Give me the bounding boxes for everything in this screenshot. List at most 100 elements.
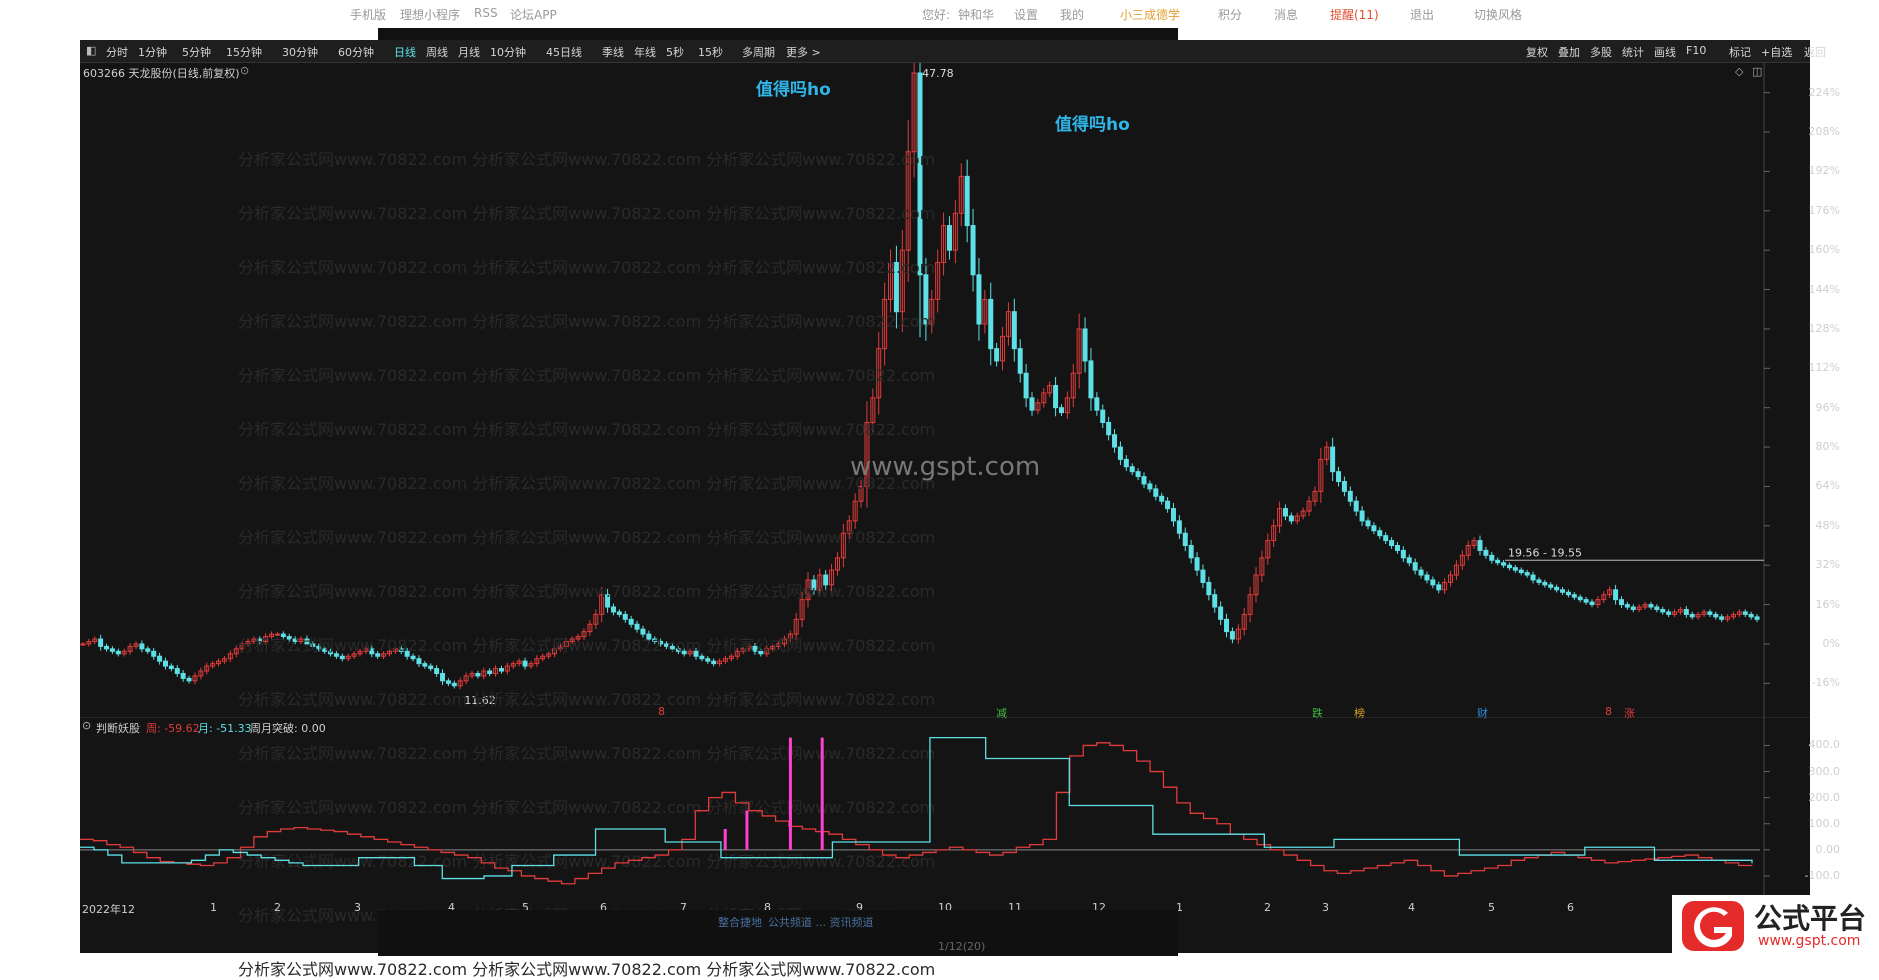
candle-body	[634, 623, 640, 630]
tool-8[interactable]: 返回	[1804, 44, 1826, 60]
topbar-link-miniapp[interactable]: 理想小程序	[400, 6, 460, 23]
logo-url: www.gspt.com	[1758, 933, 1861, 949]
topbar-link-app[interactable]: 论坛APP	[510, 6, 557, 23]
topbar-username[interactable]: 钟和华	[958, 6, 994, 23]
footer-mid-text[interactable]: 公共频道 ... 资讯频道	[768, 914, 873, 930]
y-tick-label: 48%	[1815, 518, 1840, 532]
tool-1[interactable]: 叠加	[1558, 44, 1580, 60]
timeframe-12[interactable]: 年线	[634, 44, 656, 60]
candle-body	[1371, 525, 1377, 532]
timeframe-7[interactable]: 周线	[426, 44, 448, 60]
y-tick-label: 208%	[1808, 125, 1840, 139]
tool-4[interactable]: 画线	[1654, 44, 1676, 60]
layout-icon[interactable]: ◫	[1752, 65, 1762, 78]
topbar-points[interactable]: 积分	[1218, 6, 1242, 23]
watermark-row: 分析家公式网www.70822.com 分析家公式网www.70822.com …	[238, 960, 936, 979]
timeframe-15[interactable]: 多周期	[742, 44, 775, 60]
timeframe-6[interactable]: 日线	[394, 44, 416, 60]
topbar-reminders[interactable]: 提醒(11)	[1330, 6, 1379, 23]
diamond-icon[interactable]: ◇	[1735, 65, 1743, 78]
candle-body	[1383, 535, 1389, 542]
indicator-tick-label: 100.0	[1808, 816, 1841, 830]
site-topbar: 手机版 理想小程序 RSS 论坛APP 您好: 钟和华 设置 我的 小三成德学 …	[0, 0, 1879, 30]
candle-body	[1754, 616, 1760, 620]
range-label: 19.56 - 19.55	[1508, 546, 1582, 559]
tool-6[interactable]: 标记	[1729, 44, 1751, 60]
candle-body	[475, 672, 481, 677]
watermark-row: 分析家公式网www.70822.com 分析家公式网www.70822.com …	[238, 312, 936, 331]
y-tick-label: 64%	[1815, 479, 1840, 493]
candle-body	[1135, 471, 1141, 478]
candle-body	[487, 670, 493, 674]
x-tick-label: 1	[210, 901, 217, 914]
timeframe-10[interactable]: 45日线	[546, 44, 582, 60]
y-tick-label: 16%	[1815, 597, 1840, 611]
footer-left-text[interactable]: 整合捷地	[718, 914, 762, 930]
timeframe-11[interactable]: 季线	[602, 44, 624, 60]
timeframe-13[interactable]: 5秒	[666, 44, 684, 60]
candle-body	[1117, 446, 1123, 460]
tool-7[interactable]: +自选	[1761, 44, 1792, 60]
candle-body	[610, 606, 616, 613]
tool-3[interactable]: 统计	[1622, 44, 1644, 60]
timeframe-0[interactable]: 分时	[106, 44, 128, 60]
footer-page: 1/12(20)	[938, 940, 986, 953]
timeframe-16[interactable]: 更多 >	[786, 44, 821, 60]
candle-body	[1501, 562, 1507, 566]
y-tick-label: 176%	[1808, 203, 1840, 217]
candle-body	[1129, 466, 1135, 473]
topbar-group[interactable]: 小三成德学	[1120, 6, 1180, 23]
candle-body	[1583, 599, 1589, 603]
week-series-line	[80, 742, 1753, 885]
timeframe-14[interactable]: 15秒	[698, 44, 723, 60]
topbar-my[interactable]: 我的	[1060, 6, 1084, 23]
note-peak: 值得吗ho	[1055, 115, 1130, 135]
candle-body	[104, 645, 110, 650]
tool-0[interactable]: 复权	[1526, 44, 1548, 60]
candle-body	[628, 618, 634, 625]
topbar-logout[interactable]: 退出	[1410, 6, 1434, 23]
timeframe-2[interactable]: 5分钟	[182, 44, 211, 60]
y-tick-label: 0%	[1822, 636, 1840, 650]
y-tick-label: 192%	[1808, 164, 1840, 178]
candle-body	[1630, 606, 1636, 610]
candle-body	[1713, 613, 1719, 618]
topbar-settings[interactable]: 设置	[1014, 6, 1038, 23]
indicator-month-value: 月: -51.33	[198, 722, 252, 735]
timeframe-5[interactable]: 60分钟	[338, 44, 374, 60]
candle-body	[1560, 589, 1566, 593]
indicator-name: 判断妖股	[96, 722, 140, 735]
timeframe-4[interactable]: 30分钟	[282, 44, 318, 60]
indicator-chart[interactable]	[80, 717, 1810, 897]
breakout-bar	[745, 810, 749, 850]
candle-body	[1112, 434, 1118, 448]
candle-body	[1430, 579, 1436, 586]
candle-body	[180, 672, 186, 679]
tool-5[interactable]: F10	[1686, 44, 1706, 57]
topbar-messages[interactable]: 消息	[1274, 6, 1298, 23]
tool-2[interactable]: 多股	[1590, 44, 1612, 60]
logo-g-icon	[1682, 901, 1744, 951]
candle-body	[1618, 599, 1624, 606]
indicator-collapse-icon[interactable]: ⊙	[82, 719, 91, 732]
panel-toggle-icon[interactable]: ◧	[86, 44, 96, 57]
candle-body	[970, 225, 976, 276]
candle-body	[1613, 589, 1619, 601]
topbar-switch-style[interactable]: 切换风格	[1474, 6, 1522, 23]
timeframe-3[interactable]: 15分钟	[226, 44, 262, 60]
timeframe-8[interactable]: 月线	[458, 44, 480, 60]
timeframe-1[interactable]: 1分钟	[138, 44, 167, 60]
stock-info-icon[interactable]: ⊙	[240, 64, 249, 77]
candle-body	[1389, 540, 1395, 546]
candle-body	[339, 655, 345, 660]
x-tick-label: 5	[1488, 901, 1495, 914]
candle-body	[946, 225, 952, 251]
topbar-link-mobile[interactable]: 手机版	[350, 6, 386, 23]
watermark-row: 分析家公式网www.70822.com 分析家公式网www.70822.com …	[238, 474, 936, 493]
timeframe-9[interactable]: 10分钟	[490, 44, 526, 60]
topbar-link-rss[interactable]: RSS	[474, 6, 498, 20]
candle-body	[416, 658, 422, 665]
candle-body	[1660, 608, 1666, 613]
candle-body	[80, 643, 86, 646]
candle-body	[1218, 606, 1224, 620]
